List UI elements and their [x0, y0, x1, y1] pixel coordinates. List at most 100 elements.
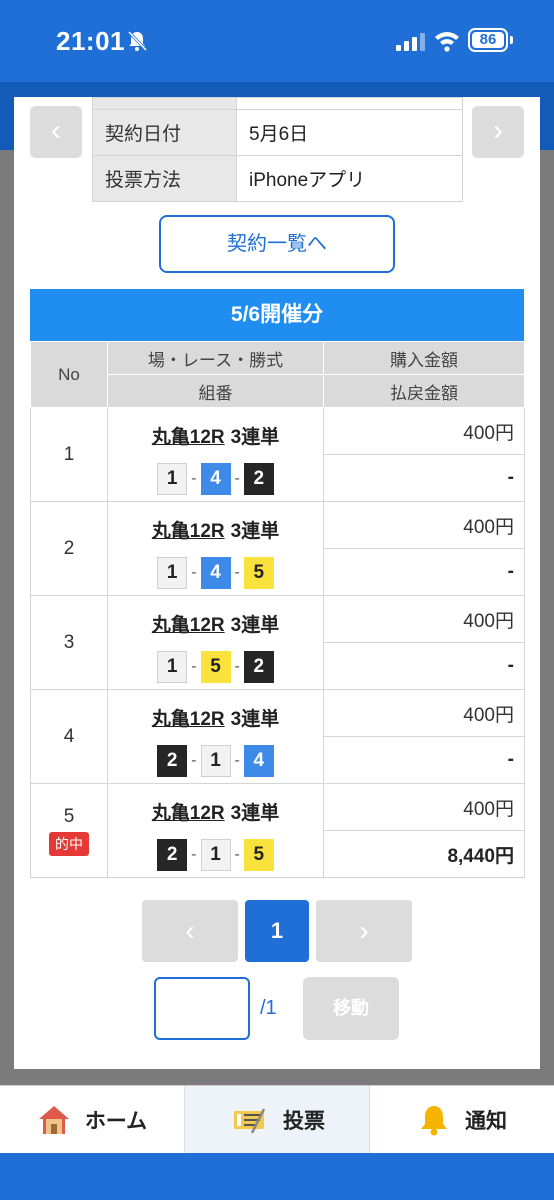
combo-separator: -: [191, 564, 197, 581]
payout-amount: -: [323, 454, 525, 502]
row-number: 5: [63, 805, 75, 827]
header-no: No: [30, 341, 108, 408]
combo-separator: -: [234, 846, 240, 863]
combo-separator: -: [191, 846, 197, 863]
info-row-date: 契約日付 5月6日: [92, 109, 463, 156]
combination: 1-5-2: [108, 651, 323, 683]
header-race: 場・レース・勝式: [107, 341, 324, 375]
race-cell: 丸亀12R 3連単 1-4-5: [107, 501, 324, 596]
pagination-next-button[interactable]: ›: [316, 900, 412, 962]
boat-number: 2: [157, 839, 188, 871]
status-bar: 21:01 86: [0, 0, 554, 82]
info-label-hidden: [92, 97, 237, 110]
combo-separator: -: [191, 470, 197, 487]
info-row-partial: [92, 97, 463, 110]
info-value-hidden: [236, 97, 463, 110]
combo-separator: -: [234, 564, 240, 581]
table-row: 2 丸亀12R 3連単 1-4-5 400円: [30, 501, 525, 596]
race-venue-link[interactable]: 丸亀12R: [152, 521, 225, 542]
table-header-row: No 場・レース・勝式 購入金額: [30, 341, 525, 408]
bottom-nav: ホーム 投票 通知: [0, 1085, 554, 1153]
race-venue-link[interactable]: 丸亀12R: [152, 615, 225, 636]
bet-type: 3連単: [230, 709, 280, 730]
next-contract-button[interactable]: ›: [472, 106, 524, 158]
row-number: 4: [63, 725, 75, 747]
race-name: 丸亀12R 3連単: [108, 422, 323, 449]
bet-type: 3連単: [230, 427, 280, 448]
boat-number: 1: [157, 651, 188, 683]
info-value: 5月6日: [236, 109, 463, 156]
page-total: /1: [260, 997, 277, 1019]
wifi-icon: [435, 32, 459, 52]
combo-separator: -: [234, 658, 240, 675]
boat-number: 1: [157, 463, 188, 495]
nav-label: ホーム: [84, 1109, 148, 1133]
row-number-cell: 1: [30, 407, 108, 502]
race-cell: 丸亀12R 3連単 2-1-5: [107, 783, 324, 878]
section-title: 5/6開催分: [30, 289, 524, 341]
bet-rows: 1 丸亀12R 3連単 1-4-2 400円 -2 丸亀12R 3連単 1-4-5 400円 -3 丸…: [30, 407, 525, 878]
boat-number: 2: [243, 463, 274, 495]
combination: 2-1-4: [108, 745, 323, 777]
combination: 1-4-5: [108, 557, 323, 589]
bet-type: 3連単: [230, 521, 280, 542]
status-time: 21:01: [56, 26, 125, 56]
table-row: 4 丸亀12R 3連単 2-1-4 400円: [30, 689, 525, 784]
table-row: 3 丸亀12R 3連単 1-5-2 400円: [30, 595, 525, 690]
info-value: iPhoneアプリ: [236, 155, 463, 202]
nav-home[interactable]: ホーム: [0, 1086, 184, 1153]
bottom-home-indicator-area: [0, 1153, 554, 1200]
purchase-amount: 400円: [323, 501, 525, 549]
race-cell: 丸亀12R 3連単 2-1-4: [107, 689, 324, 784]
payout-amount: -: [323, 736, 525, 784]
race-cell: 丸亀12R 3連単 1-5-2: [107, 595, 324, 690]
race-name: 丸亀12R 3連単: [108, 798, 323, 825]
combo-separator: -: [191, 658, 197, 675]
battery-tip: [510, 36, 513, 44]
page-number-input[interactable]: [154, 977, 250, 1040]
table-row: 1 丸亀12R 3連単 1-4-2 400円: [30, 407, 525, 502]
ticket-icon: [234, 1107, 266, 1134]
table-row: 5 的中 丸亀12R 3連単 2-1-5 400円: [30, 783, 525, 878]
purchase-amount: 400円: [323, 595, 525, 643]
race-cell: 丸亀12R 3連単 1-4-2: [107, 407, 324, 502]
prev-contract-button[interactable]: ‹: [30, 106, 82, 158]
boat-number: 4: [200, 557, 231, 589]
contract-list-button[interactable]: 契約一覧へ: [159, 215, 395, 273]
combo-separator: -: [234, 752, 240, 769]
boat-number: 5: [243, 557, 274, 589]
race-venue-link[interactable]: 丸亀12R: [152, 709, 225, 730]
combo-separator: -: [191, 752, 197, 769]
header-payout: 払戻金額: [323, 374, 525, 408]
boat-number: 5: [200, 651, 231, 683]
move-button[interactable]: 移動: [303, 977, 399, 1040]
purchase-amount: 400円: [323, 407, 525, 455]
nav-vote[interactable]: 投票: [184, 1086, 370, 1153]
boat-number: 1: [200, 745, 231, 777]
race-venue-link[interactable]: 丸亀12R: [152, 803, 225, 824]
race-name: 丸亀12R 3連単: [108, 516, 323, 543]
contract-info-table: 契約日付 5月6日 投票方法 iPhoneアプリ: [92, 97, 463, 202]
row-number-cell: 2: [30, 501, 108, 596]
bet-type: 3連単: [230, 803, 280, 824]
boat-number: 4: [200, 463, 231, 495]
contract-detail-modal: ‹ › 契約日付 5月6日 投票方法 iPhoneアプリ 契約一覧へ 5/6開催…: [14, 97, 540, 1069]
purchase-amount: 400円: [323, 783, 525, 831]
bet-table: No 場・レース・勝式 購入金額 組番 払戻金額 1 丸亀12R 3連単 1-4-2 4…: [30, 341, 525, 878]
pagination-current-page[interactable]: 1: [245, 900, 309, 962]
info-label: 契約日付: [92, 109, 237, 156]
row-number: 1: [63, 443, 75, 465]
nav-notify[interactable]: 通知: [370, 1086, 554, 1153]
pagination-prev-button[interactable]: ‹: [142, 900, 238, 962]
row-number: 2: [63, 537, 75, 559]
boat-number: 5: [243, 839, 274, 871]
row-number-cell: 3: [30, 595, 108, 690]
payout-amount: -: [323, 548, 525, 596]
combination: 1-4-2: [108, 463, 323, 495]
race-venue-link[interactable]: 丸亀12R: [152, 427, 225, 448]
boat-number: 2: [243, 651, 274, 683]
row-number: 3: [63, 631, 75, 653]
combo-separator: -: [234, 470, 240, 487]
hit-badge: 的中: [49, 831, 89, 856]
bet-type: 3連単: [230, 615, 280, 636]
